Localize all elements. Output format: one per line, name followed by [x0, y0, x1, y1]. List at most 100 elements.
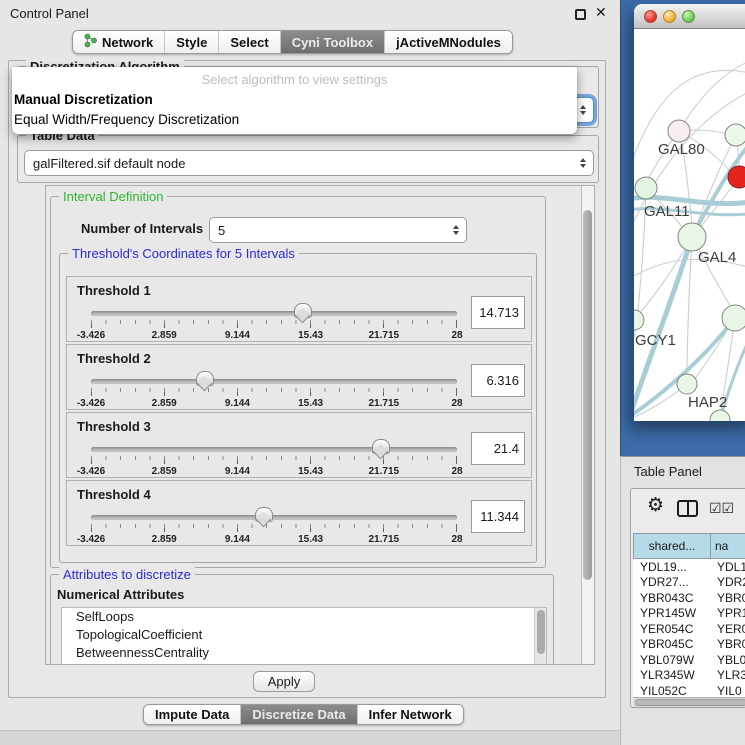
cell[interactable]: YER0: [711, 622, 745, 636]
slider-track[interactable]: [91, 311, 457, 316]
cell[interactable]: YLR3: [711, 668, 745, 682]
threshold-3-slider[interactable]: -3.426 2.859 9.144 15.43 21.715 28: [91, 441, 457, 477]
table-row[interactable]: YBR043CYBR0: [633, 590, 745, 606]
table-row[interactable]: YLR345WYLR3: [633, 668, 745, 684]
cell[interactable]: YDL1: [711, 560, 745, 574]
table-row[interactable]: YDR27...YDR2: [633, 575, 745, 591]
cell[interactable]: YLR345W: [633, 668, 711, 682]
select-columns-icon[interactable]: ☑☑: [709, 500, 734, 517]
tab-jactivemnodules[interactable]: jActiveMNodules: [384, 31, 512, 53]
network-canvas[interactable]: GAL80 GA C GAL11 GAL4 GCY1 H HAP2: [634, 29, 745, 421]
settings-scrollbar-thumb[interactable]: [583, 210, 592, 580]
tab-cyni-toolbox[interactable]: Cyni Toolbox: [280, 31, 384, 53]
cell[interactable]: YPR145W: [633, 606, 711, 620]
cell[interactable]: YDL19...: [633, 560, 711, 574]
cell[interactable]: YBR0: [711, 637, 745, 651]
threshold-2-slider[interactable]: -3.426 2.859 9.144 15.43 21.715 28: [91, 373, 457, 409]
toolbox-tabbar: Network Style Select Cyni Toolbox jActiv…: [72, 30, 513, 54]
node-red[interactable]: [728, 166, 745, 188]
node-cut-bottom[interactable]: [710, 410, 730, 421]
list-scrollbar[interactable]: [534, 608, 546, 665]
threshold-coordinates-group-label: Threshold's Coordinates for 5 Intervals: [68, 246, 299, 261]
float-window-icon[interactable]: [575, 9, 586, 20]
column-header-name[interactable]: na: [711, 533, 745, 559]
node-cut-left[interactable]: [634, 310, 644, 330]
threshold-1-slider[interactable]: -3.426 2.859 9.144 15.43 21.715 28: [91, 305, 457, 341]
slider-track[interactable]: [91, 447, 457, 452]
threshold-3-value-field[interactable]: 21.4: [471, 432, 525, 465]
table-horizontal-scrollbar-thumb[interactable]: [635, 699, 745, 706]
number-of-intervals-value: 5: [218, 223, 225, 238]
network-window: GAL80 GA C GAL11 GAL4 GCY1 H HAP2: [634, 4, 745, 421]
node-label-gal4: GAL4: [698, 249, 736, 266]
threshold-1-value-field[interactable]: 14.713: [471, 296, 525, 329]
tab-infer-network[interactable]: Infer Network: [357, 705, 463, 724]
dropdown-item-manual-discretization[interactable]: Manual Discretization: [12, 90, 577, 110]
column-layout-icon[interactable]: [677, 500, 698, 517]
node-gal80[interactable]: [668, 120, 690, 142]
zoom-traffic-light-icon[interactable]: [682, 10, 695, 23]
threshold-4-value-field[interactable]: 11.344: [471, 500, 525, 533]
table-row[interactable]: YBL079WYBL0: [633, 652, 745, 668]
attributes-group: Attributes to discretize Numerical Attri…: [50, 574, 554, 665]
node-gal4[interactable]: [678, 223, 706, 251]
tab-network[interactable]: Network: [73, 31, 164, 53]
threshold-3-label: Threshold 3: [77, 419, 151, 434]
node-label-hap2: HAP2: [688, 394, 727, 411]
column-header-shared[interactable]: shared...: [633, 533, 711, 559]
close-icon[interactable]: ✕: [595, 4, 607, 21]
node-gal11[interactable]: [635, 177, 657, 199]
interval-definition-group-label: Interval Definition: [59, 189, 167, 204]
list-scrollbar-thumb[interactable]: [537, 610, 545, 654]
number-of-intervals-spinner[interactable]: 5: [209, 217, 467, 243]
table-row[interactable]: YDL19...YDL1: [633, 559, 745, 575]
slider-track[interactable]: [91, 379, 457, 384]
threshold-4-slider[interactable]: -3.426 2.859 9.144 15.43 21.715 28: [91, 509, 457, 545]
list-item[interactable]: TopologicalCoefficient: [62, 626, 546, 644]
tick-label: 15.43: [298, 534, 323, 545]
tab-select-label: Select: [230, 35, 268, 50]
table-row[interactable]: YBR045CYBR0: [633, 637, 745, 653]
table-data-combobox[interactable]: galFiltered.sif default node: [24, 150, 594, 176]
cell[interactable]: YBL0: [711, 653, 745, 667]
cell[interactable]: YIL052C: [633, 684, 711, 697]
tab-discretize-data[interactable]: Discretize Data: [240, 705, 356, 724]
dropdown-item-equal-width-frequency[interactable]: Equal Width/Frequency Discretization: [12, 110, 577, 130]
tick-label: 9.144: [225, 330, 250, 341]
tab-select[interactable]: Select: [218, 31, 279, 53]
table-row[interactable]: YPR145WYPR1: [633, 606, 745, 622]
close-traffic-light-icon[interactable]: [644, 10, 657, 23]
cell[interactable]: YPR1: [711, 606, 745, 620]
cell[interactable]: YBL079W: [633, 653, 711, 667]
table-row[interactable]: YIL052CYIL0: [633, 683, 745, 697]
network-window-titlebar[interactable]: [634, 4, 745, 29]
node-cut-right[interactable]: [722, 305, 745, 331]
tick-label: 28: [451, 330, 462, 341]
tab-impute-data[interactable]: Impute Data: [144, 705, 240, 724]
cell[interactable]: YER054C: [633, 622, 711, 636]
apply-button[interactable]: Apply: [253, 671, 315, 692]
cell[interactable]: YIL0: [711, 684, 742, 697]
node-label-gal80: GAL80: [658, 141, 705, 158]
tab-style[interactable]: Style: [164, 31, 218, 53]
gear-icon[interactable]: ⚙: [647, 495, 664, 517]
list-item[interactable]: BetweennessCentrality: [62, 644, 546, 662]
tick-label: 28: [451, 398, 462, 409]
cell[interactable]: YBR0: [711, 591, 745, 605]
number-of-intervals-label: Number of Intervals: [81, 221, 203, 236]
threshold-2-value-field[interactable]: 6.316: [471, 364, 525, 397]
table-row[interactable]: YER054CYER0: [633, 621, 745, 637]
slider-track[interactable]: [91, 515, 457, 520]
table-horizontal-scrollbar[interactable]: [633, 697, 745, 707]
cell[interactable]: YBR045C: [633, 637, 711, 651]
cell[interactable]: YDR2: [711, 575, 745, 589]
cell[interactable]: YBR043C: [633, 591, 711, 605]
cell[interactable]: YDR27...: [633, 575, 711, 589]
node-cut-top[interactable]: [725, 124, 745, 146]
minimize-traffic-light-icon[interactable]: [663, 10, 676, 23]
list-item[interactable]: SelfLoops: [62, 608, 546, 626]
algorithm-dropdown-popup: Select algorithm to view settings Manual…: [12, 67, 577, 134]
settings-scrollbar[interactable]: [581, 186, 594, 664]
window-resize-strip: [0, 730, 620, 745]
node-hap2[interactable]: [677, 374, 697, 394]
